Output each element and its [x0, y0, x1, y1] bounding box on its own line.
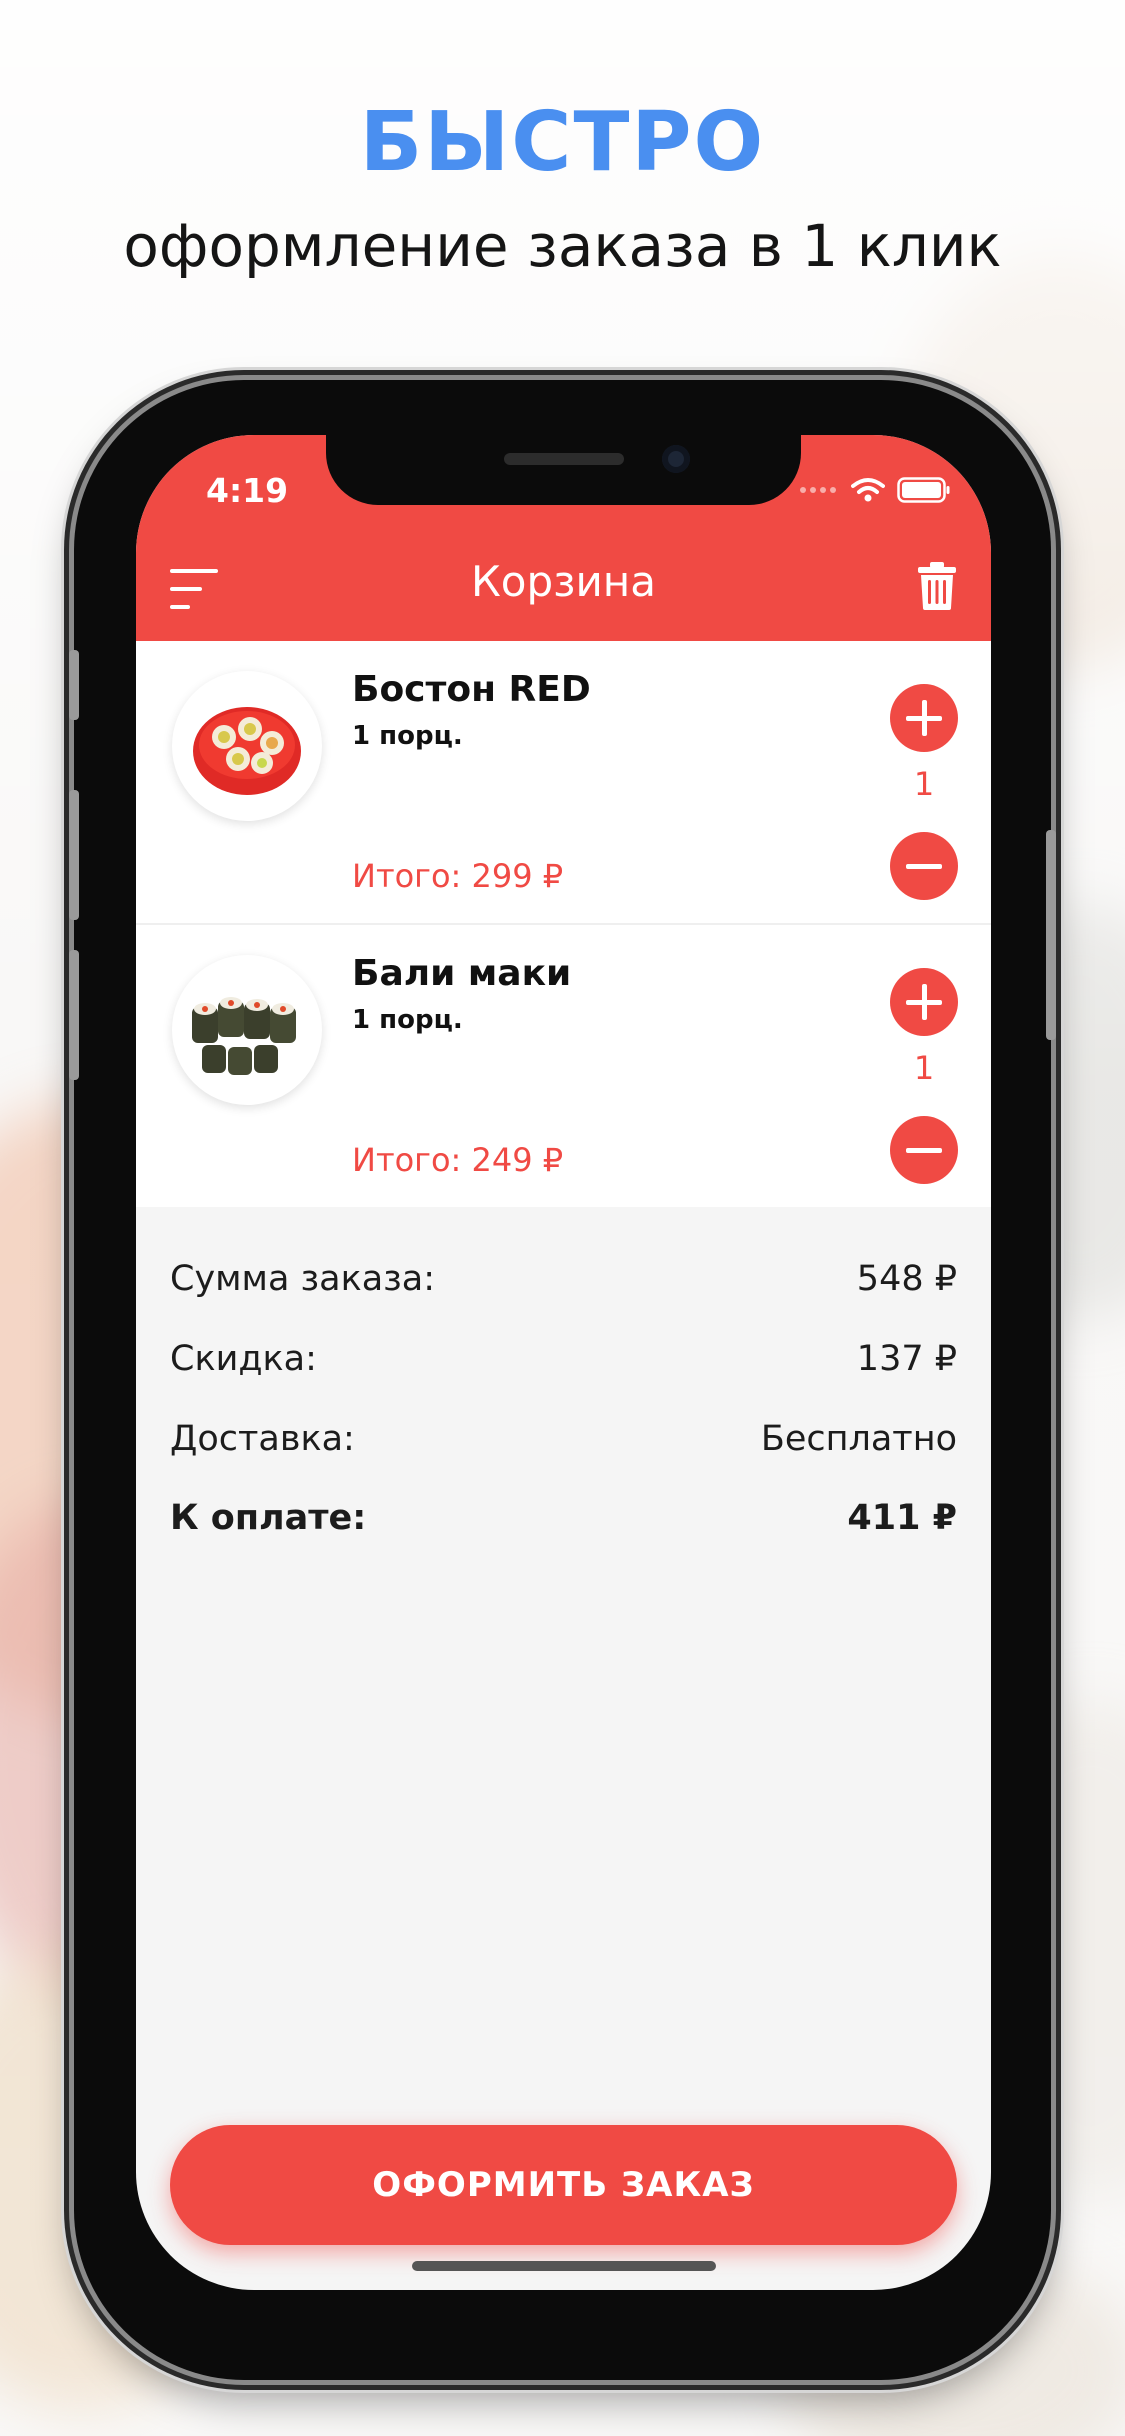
summary-discount-row: Скидка: 137 ₽: [170, 1339, 957, 1379]
status-time: 4:19: [206, 471, 289, 510]
summary-label: К оплате:: [170, 1498, 367, 1538]
page-title: Корзина: [470, 557, 656, 606]
wifi-icon: [851, 478, 885, 502]
summary-label: Доставка:: [170, 1419, 355, 1459]
phone-side-button: [69, 650, 79, 720]
item-photo: [172, 955, 322, 1105]
item-total: Итого: 249 ₽: [352, 1141, 564, 1179]
item-quantity: 1: [913, 765, 935, 803]
increase-quantity-button[interactable]: [890, 968, 958, 1036]
promo-subline: оформление заказа в 1 клик: [123, 212, 1002, 280]
checkout-button[interactable]: ОФОРМИТЬ ЗАКАЗ: [170, 2125, 957, 2245]
notch: [326, 435, 801, 505]
phone-side-button: [69, 950, 79, 1080]
item-quantity: 1: [913, 1049, 935, 1087]
item-name: Бостон RED: [352, 669, 591, 710]
summary-value: Бесплатно: [760, 1419, 957, 1459]
summary-subtotal-row: Сумма заказа: 548 ₽: [170, 1259, 957, 1299]
decrease-quantity-button[interactable]: [890, 832, 958, 900]
phone-side-button: [69, 790, 79, 920]
signal-icon: [800, 487, 836, 493]
increase-quantity-button[interactable]: [890, 684, 958, 752]
promo-headline: БЫСТРО: [359, 95, 766, 190]
summary-label: Скидка:: [170, 1339, 317, 1379]
item-portion: 1 порц.: [352, 721, 463, 751]
phone-side-button: [1046, 830, 1056, 1040]
summary-value: 411 ₽: [847, 1498, 957, 1538]
front-camera: [662, 445, 690, 473]
summary-delivery-row: Доставка: Бесплатно: [170, 1419, 957, 1459]
summary-total-row: К оплате: 411 ₽: [170, 1498, 957, 1538]
item-total: Итого: 299 ₽: [352, 857, 564, 895]
summary-label: Сумма заказа:: [170, 1259, 436, 1299]
item-portion: 1 порц.: [352, 1005, 463, 1035]
battery-icon: [897, 477, 950, 503]
cart-item: Бали маки 1 порц. Итого: 249 ₽ 1: [136, 925, 991, 1207]
decrease-quantity-button[interactable]: [890, 1116, 958, 1184]
speaker: [504, 453, 624, 465]
summary-value: 548 ₽: [856, 1259, 957, 1299]
status-icons: [799, 477, 951, 503]
item-photo: [172, 671, 322, 821]
phone-screen: 4:19 Корзина Бостон RED 1 порц. Итого: 2…: [136, 435, 991, 2290]
cart-item: Бостон RED 1 порц. Итого: 299 ₽ 1: [136, 641, 991, 923]
item-name: Бали маки: [352, 953, 572, 994]
summary-value: 137 ₽: [856, 1339, 957, 1379]
trash-icon[interactable]: [917, 561, 957, 611]
home-indicator[interactable]: [412, 2261, 716, 2271]
